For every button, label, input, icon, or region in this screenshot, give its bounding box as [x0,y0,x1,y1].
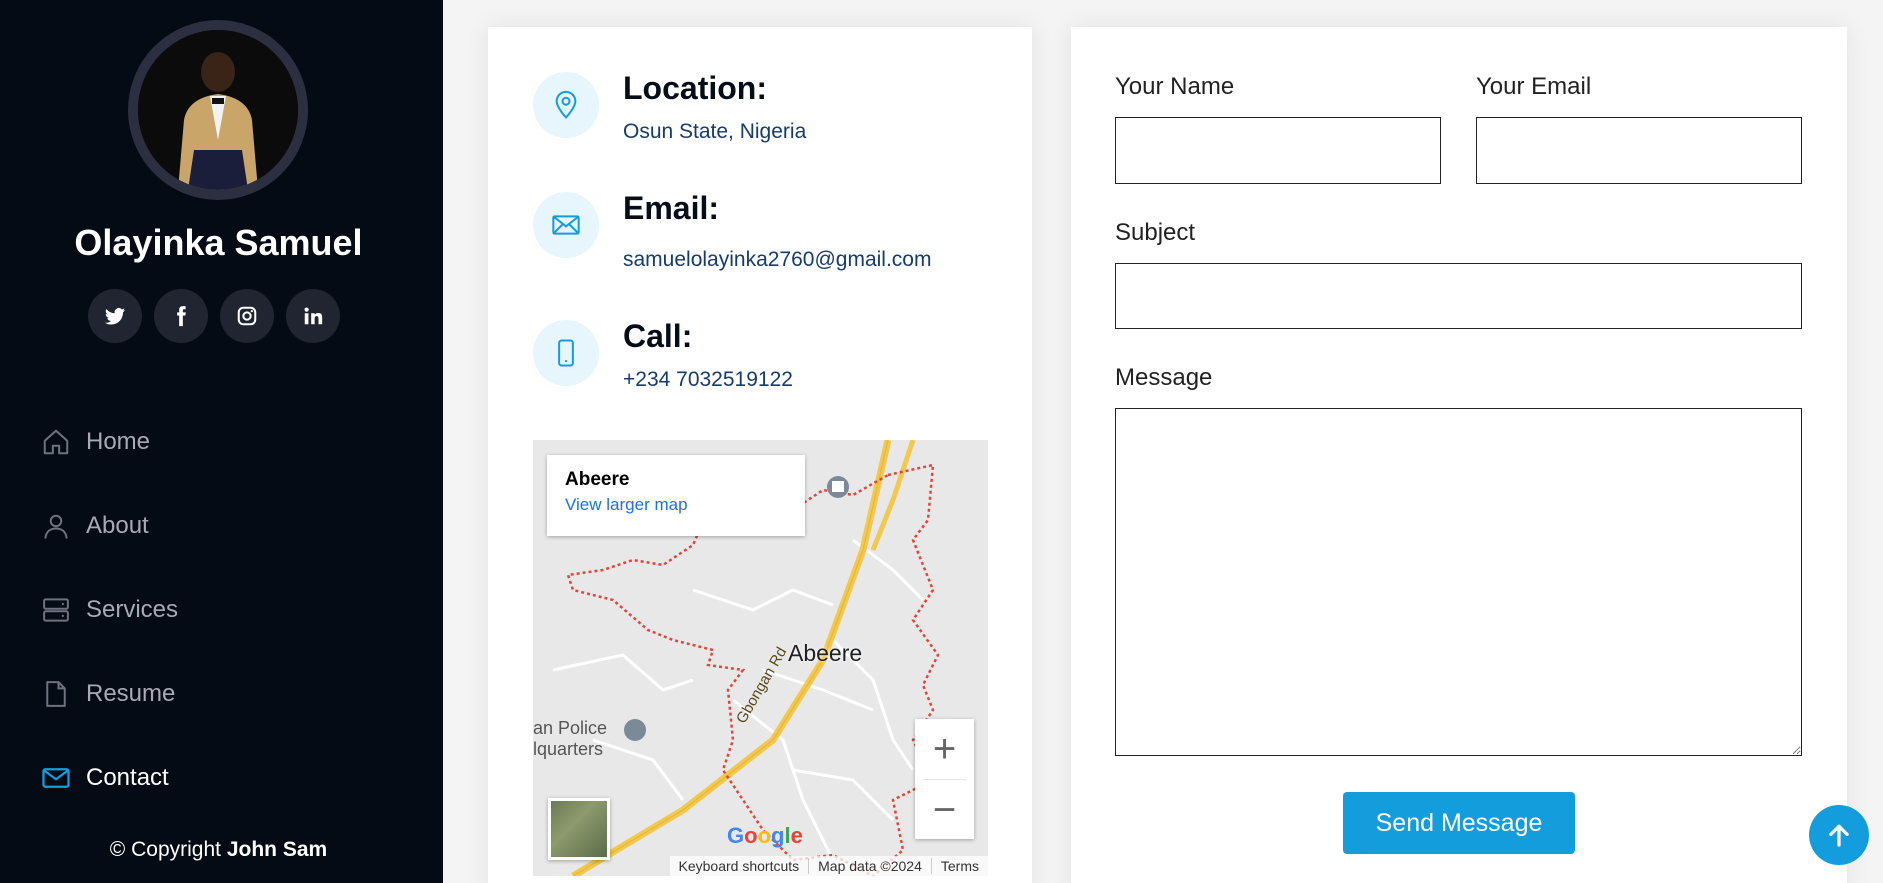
facebook-icon [177,306,186,327]
location-title: Location: [623,70,767,106]
nav-label: Services [86,596,179,623]
facebook-link[interactable] [154,289,208,343]
nav-item-about[interactable]: About [40,484,178,568]
person-icon [40,510,72,542]
copyright-prefix: © Copyright [109,838,221,861]
subject-label: Subject [1115,219,1196,246]
linkedin-icon [304,307,323,325]
email-title: Email: [623,190,720,226]
zoom-in-button[interactable]: + [915,719,974,779]
your-name-input[interactable] [1115,117,1441,184]
map-center-label: Abeere [788,640,863,666]
envelope-icon [40,762,72,794]
call-text[interactable]: +234 7032519122 [623,368,793,392]
main-nav: Home About Services Resume Contact [40,400,178,820]
map-zoom-controls: + − [915,719,974,839]
terms-link[interactable]: Terms [930,858,988,874]
nav-label: About [86,512,149,539]
avatar-photo [138,30,298,190]
your-email-label: Your Email [1476,73,1592,100]
nav-label: Home [86,428,151,455]
nav-item-contact[interactable]: Contact [40,736,178,820]
map-place-name: Abeere [565,469,630,490]
copyright: © Copyright John Sam [0,838,437,862]
satellite-toggle[interactable] [548,798,610,860]
phone-icon [533,320,599,386]
nav-item-home[interactable]: Home [40,400,178,484]
copyright-owner: John Sam [226,838,328,861]
zoom-out-button[interactable]: − [915,780,974,840]
send-message-button[interactable]: Send Message [1343,792,1575,854]
your-name-label: Your Name [1115,73,1235,100]
instagram-link[interactable] [220,289,274,343]
instagram-icon [237,306,257,326]
map-data-text: Map data ©2024 [808,858,931,874]
map-footer: Keyboard shortcuts Map data ©2024 Terms [669,856,988,876]
sidebar: Olayinka Samuel Home About Services Resu… [0,0,443,883]
server-icon [40,594,72,626]
envelope-icon [533,192,599,258]
home-icon [40,426,72,458]
nav-label: Resume [86,680,176,707]
twitter-icon [104,308,126,325]
keyboard-shortcuts-link[interactable]: Keyboard shortcuts [670,858,809,874]
map-police-label: an Police lquarters [533,718,608,759]
location-text: Osun State, Nigeria [623,120,807,143]
social-links [88,289,340,343]
twitter-link[interactable] [88,289,142,343]
profile-avatar [128,20,308,200]
subject-input[interactable] [1115,263,1802,329]
map-pin-icon [533,72,599,138]
contact-info-card: Location: Osun State, Nigeria Email: sam… [488,27,1032,883]
embedded-map[interactable]: Abeere View larger map Abeere Gbongan Rd… [533,440,988,876]
nav-item-services[interactable]: Services [40,568,178,652]
google-logo: Google [727,823,803,848]
view-larger-map-link[interactable]: View larger map [565,495,787,515]
back-to-top-button[interactable] [1809,805,1869,865]
message-textarea[interactable] [1115,408,1802,756]
linkedin-link[interactable] [286,289,340,343]
call-title: Call: [623,318,693,354]
your-email-input[interactable] [1476,117,1802,184]
message-label: Message [1115,364,1213,391]
nav-label: Contact [86,764,169,791]
profile-name: Olayinka Samuel [74,222,363,263]
nav-item-resume[interactable]: Resume [40,652,178,736]
arrow-up-icon [1829,824,1849,847]
email-text[interactable]: samuelolayinka2760@gmail.com [623,248,931,272]
contact-form: Your Name Your Email Subject Message Sen… [1071,27,1847,883]
document-icon [40,678,72,710]
map-info-window: Abeere View larger map [547,455,805,536]
